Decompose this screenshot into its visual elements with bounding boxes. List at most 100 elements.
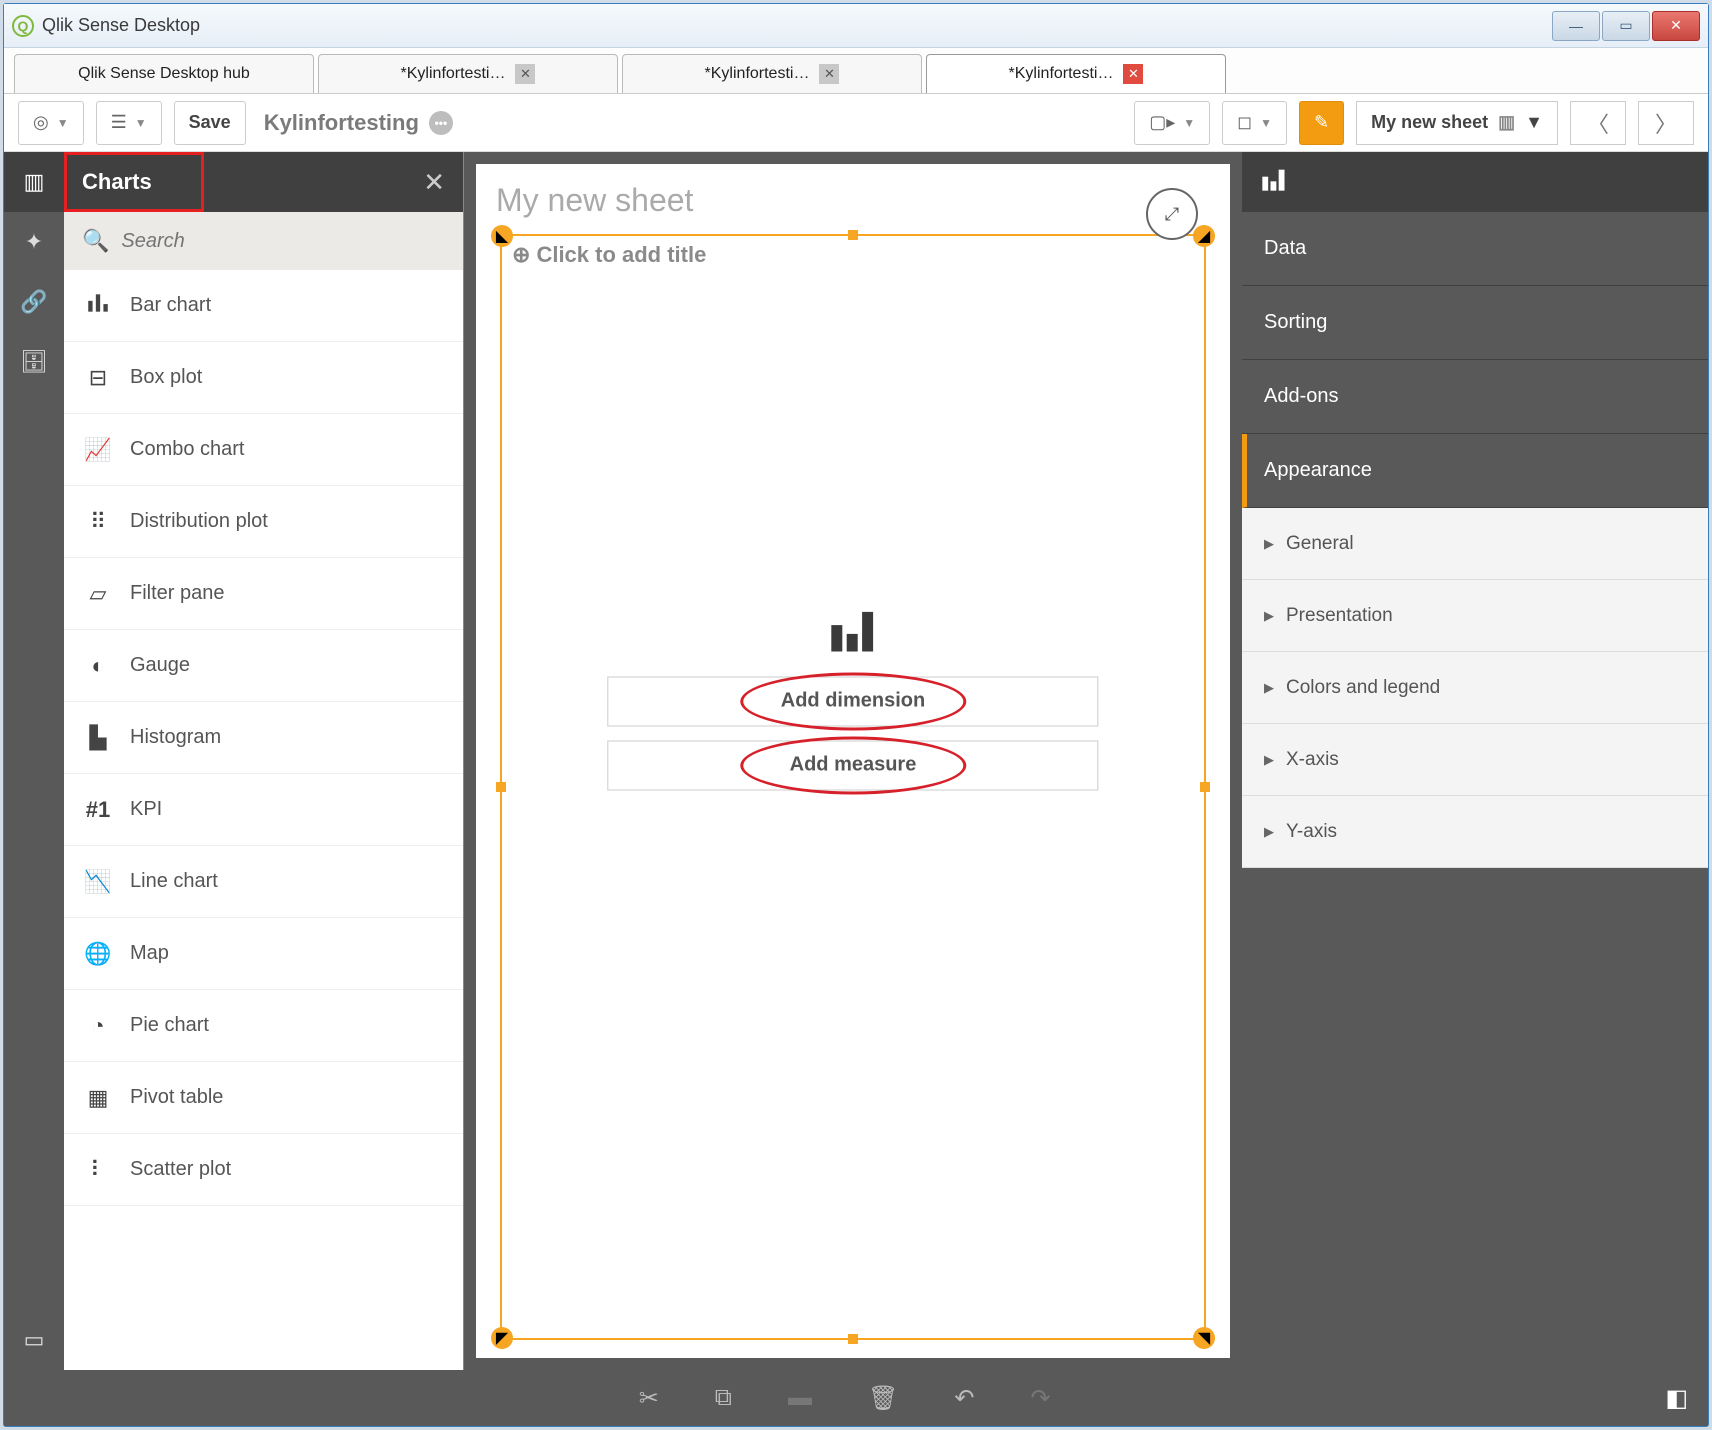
window-minimize-button[interactable]: — — [1552, 11, 1600, 41]
add-measure-button[interactable]: Add measure — [607, 740, 1098, 790]
sheet-title[interactable]: My new sheet — [496, 182, 1210, 219]
undo-icon[interactable]: ↶ — [954, 1384, 974, 1413]
distribution-icon: ⠿ — [82, 509, 114, 535]
caret-icon: ▼ — [135, 116, 147, 130]
save-label: Save — [189, 112, 231, 133]
navigation-menu-button[interactable]: ☰▼ — [96, 101, 162, 145]
delete-icon[interactable]: 🗑 — [868, 1384, 898, 1413]
sheet-canvas[interactable]: My new sheet ⤢ ⊕ Click to add title Add … — [476, 164, 1230, 1358]
caret-icon: ▼ — [1525, 112, 1543, 133]
caret-icon: ▼ — [1260, 116, 1272, 130]
resize-handle[interactable]: ◥ — [1193, 1327, 1215, 1349]
chart-object[interactable]: ⤢ ⊕ Click to add title Add dimension Add… — [500, 234, 1206, 1340]
bookmarks-button[interactable]: ◻▼ — [1222, 101, 1287, 145]
caret-icon: ▼ — [1183, 116, 1195, 130]
asset-scatter-plot[interactable]: ⠇Scatter plot — [64, 1134, 463, 1206]
resize-handle[interactable]: ◤ — [491, 1327, 513, 1349]
asset-combo-chart[interactable]: 📈Combo chart — [64, 414, 463, 486]
asset-distribution-plot[interactable]: ⠿Distribution plot — [64, 486, 463, 558]
rail-variables[interactable]: ▭ — [4, 1310, 64, 1370]
tab-app-2[interactable]: *Kylinfortesti… ✕ — [622, 54, 922, 93]
asset-kpi[interactable]: #1KPI — [64, 774, 463, 846]
caret-icon: ▼ — [57, 116, 69, 130]
tab-label: *Kylinfortesti… — [705, 65, 810, 83]
search-icon: 🔍 — [82, 228, 109, 254]
kpi-icon: #1 — [82, 797, 114, 823]
global-menu-button[interactable]: ◎▼ — [18, 101, 84, 145]
copy-icon[interactable]: ⧉ — [715, 1384, 732, 1412]
redo-icon[interactable]: ↷ — [1031, 1384, 1051, 1413]
rail-charts[interactable]: ▥ — [4, 152, 64, 212]
rail-custom-objects[interactable]: ✦ — [4, 212, 64, 272]
section-data[interactable]: Data — [1242, 212, 1708, 286]
close-tab-icon[interactable]: ✕ — [819, 64, 839, 84]
tab-label: Qlik Sense Desktop hub — [78, 65, 250, 83]
toolbar: ◎▼ ☰▼ Save Kylinfortesting ••• ▢▸▼ ◻▼ ✎ … — [4, 94, 1708, 152]
resize-handle[interactable] — [848, 1334, 858, 1344]
tab-hub[interactable]: Qlik Sense Desktop hub — [14, 54, 314, 93]
close-tab-icon[interactable]: ✕ — [515, 64, 535, 84]
asset-map[interactable]: 🌐Map — [64, 918, 463, 990]
tab-app-1[interactable]: *Kylinfortesti… ✕ — [318, 54, 618, 93]
appearance-yaxis[interactable]: ▶Y-axis — [1242, 796, 1708, 868]
tab-label: *Kylinfortesti… — [1009, 65, 1114, 83]
window-maximize-button[interactable]: ▭ — [1602, 11, 1650, 41]
sheet-selector[interactable]: My new sheet ▥ ▼ — [1356, 101, 1558, 145]
asset-pie-chart[interactable]: ◔Pie chart — [64, 990, 463, 1062]
expand-button[interactable]: ⤢ — [1146, 188, 1198, 240]
asset-histogram[interactable]: ▙Histogram — [64, 702, 463, 774]
assets-search[interactable]: 🔍 — [64, 212, 463, 270]
pencil-icon: ✎ — [1314, 112, 1329, 133]
insights-button[interactable]: ▢▸▼ — [1134, 101, 1210, 145]
resize-handle[interactable]: ◢ — [1193, 225, 1215, 247]
prev-sheet-button[interactable]: 〈 — [1570, 101, 1626, 145]
next-sheet-button[interactable]: 〉 — [1638, 101, 1694, 145]
bar-chart-icon — [826, 607, 880, 662]
chart-title-placeholder[interactable]: ⊕ Click to add title — [502, 236, 1204, 274]
resize-handle[interactable] — [1200, 782, 1210, 792]
asset-box-plot[interactable]: ⊟Box plot — [64, 342, 463, 414]
edit-button[interactable]: ✎ — [1299, 101, 1344, 145]
paste-icon[interactable]: ▬ — [788, 1384, 812, 1412]
appearance-colors[interactable]: ▶Colors and legend — [1242, 652, 1708, 724]
app-menu-icon[interactable]: ••• — [429, 111, 453, 135]
tab-app-3[interactable]: *Kylinfortesti… ✕ — [926, 54, 1226, 93]
globe-icon: 🌐 — [82, 941, 114, 967]
cut-icon[interactable]: ✂ — [639, 1384, 659, 1413]
appearance-xaxis[interactable]: ▶X-axis — [1242, 724, 1708, 796]
gauge-icon: ◐ — [82, 653, 114, 679]
app-logo-icon: Q — [12, 15, 34, 37]
window-titlebar: Q Qlik Sense Desktop — ▭ ✕ — [4, 4, 1708, 48]
appearance-general[interactable]: ▶General — [1242, 508, 1708, 580]
search-input[interactable] — [121, 230, 445, 253]
triangle-icon: ▶ — [1264, 608, 1274, 624]
bar-chart-icon: ▥ — [24, 169, 45, 195]
rail-master-items[interactable]: 🔗 — [4, 272, 64, 332]
appearance-presentation[interactable]: ▶Presentation — [1242, 580, 1708, 652]
section-appearance[interactable]: Appearance — [1242, 434, 1708, 508]
save-button[interactable]: Save — [174, 101, 246, 145]
pie-icon: ◔ — [82, 1013, 114, 1039]
asset-filter-pane[interactable]: ▱Filter pane — [64, 558, 463, 630]
close-tab-icon[interactable]: ✕ — [1123, 64, 1143, 84]
window-close-button[interactable]: ✕ — [1652, 11, 1700, 41]
box-plot-icon: ⊟ — [82, 365, 114, 391]
asset-pivot-table[interactable]: ▦Pivot table — [64, 1062, 463, 1134]
histogram-icon: ▙ — [82, 725, 114, 751]
close-panel-icon[interactable]: ✕ — [423, 167, 445, 198]
rail-fields[interactable]: 🗄 — [4, 332, 64, 392]
toggle-panel-icon[interactable]: ◧ — [1665, 1384, 1688, 1413]
resize-handle[interactable] — [848, 230, 858, 240]
section-addons[interactable]: Add-ons — [1242, 360, 1708, 434]
left-rail: ▥ ✦ 🔗 🗄 ▭ — [4, 152, 64, 1370]
plus-icon: ⊕ — [512, 242, 530, 268]
resize-handle[interactable] — [496, 782, 506, 792]
asset-line-chart[interactable]: 📉Line chart — [64, 846, 463, 918]
triangle-icon: ▶ — [1264, 536, 1274, 552]
asset-bar-chart[interactable]: Bar chart — [64, 270, 463, 342]
section-sorting[interactable]: Sorting — [1242, 286, 1708, 360]
add-dimension-button[interactable]: Add dimension — [607, 676, 1098, 726]
resize-handle[interactable]: ◣ — [491, 225, 513, 247]
asset-gauge[interactable]: ◐Gauge — [64, 630, 463, 702]
triangle-icon: ▶ — [1264, 752, 1274, 768]
